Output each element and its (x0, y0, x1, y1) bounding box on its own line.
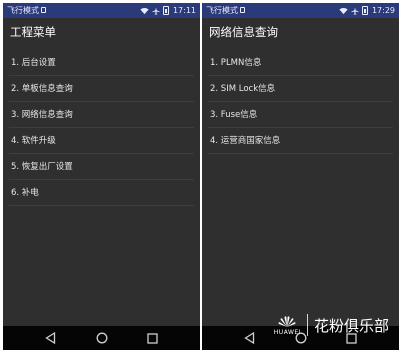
menu-item-background-settings[interactable]: 1. 后台设置 (3, 50, 200, 76)
menu-item-network-info[interactable]: 3. 网络信息查询 (3, 102, 200, 128)
navigation-bar (3, 326, 200, 350)
menu-item-software-upgrade[interactable]: 4. 软件升级 (3, 128, 200, 154)
sim-icon (41, 7, 46, 13)
huawei-flower-icon (278, 315, 296, 327)
airplane-mode-label: 飞行模式 (7, 6, 39, 15)
airplane-mode-label: 飞行模式 (206, 6, 238, 15)
back-button[interactable] (44, 331, 58, 345)
menu-item-sim-lock-info[interactable]: 2. SIM Lock信息 (202, 76, 399, 102)
home-button[interactable] (95, 331, 109, 345)
screenshot-canvas: 飞行模式 17:11 工程菜单 1. 后台设置 2. 单板信息查询 3. 网络信… (0, 0, 400, 353)
menu-list: 1. 后台设置 2. 单板信息查询 3. 网络信息查询 4. 软件升级 5. 恢… (3, 50, 200, 206)
wifi-icon (339, 7, 348, 15)
status-bar: 飞行模式 17:11 (3, 3, 200, 18)
status-time: 17:29 (371, 6, 395, 15)
wifi-icon (140, 7, 149, 15)
status-icons: 17:29 (339, 3, 395, 18)
left-phone-screen: 飞行模式 17:11 工程菜单 1. 后台设置 2. 单板信息查询 3. 网络信… (3, 3, 200, 350)
menu-item-fuse-info[interactable]: 3. Fuse信息 (202, 102, 399, 128)
back-button[interactable] (243, 331, 257, 345)
right-phone-screen: 飞行模式 17:29 网络信息查询 1. PLMN信息 2. SIM Lock信… (202, 3, 399, 350)
page-title: 网络信息查询 (202, 18, 399, 47)
status-time: 17:11 (172, 6, 196, 15)
menu-list: 1. PLMN信息 2. SIM Lock信息 3. Fuse信息 4. 运营商… (202, 50, 399, 154)
status-icons: 17:11 (140, 3, 196, 18)
status-bar: 飞行模式 17:29 (202, 3, 399, 18)
airplane-icon (351, 6, 359, 15)
menu-item-charge[interactable]: 6. 补电 (3, 180, 200, 206)
menu-item-factory-reset[interactable]: 5. 恢复出厂设置 (3, 154, 200, 180)
watermark-text: 花粉俱乐部 (313, 316, 389, 335)
sim-icon (240, 7, 245, 13)
battery-icon (162, 6, 169, 15)
huawei-logo-text: HUAWEI (273, 328, 301, 336)
huawei-logo: HUAWEI (274, 315, 301, 336)
page-title: 工程菜单 (3, 18, 200, 47)
airplane-icon (152, 6, 160, 15)
recent-apps-button[interactable] (146, 331, 160, 345)
menu-item-board-info[interactable]: 2. 单板信息查询 (3, 76, 200, 102)
menu-item-carrier-country-info[interactable]: 4. 运营商国家信息 (202, 128, 399, 154)
battery-icon (361, 6, 368, 15)
watermark-divider (306, 314, 308, 336)
huawei-watermark: HUAWEI 花粉俱乐部 (274, 314, 389, 336)
menu-item-plmn-info[interactable]: 1. PLMN信息 (202, 50, 399, 76)
